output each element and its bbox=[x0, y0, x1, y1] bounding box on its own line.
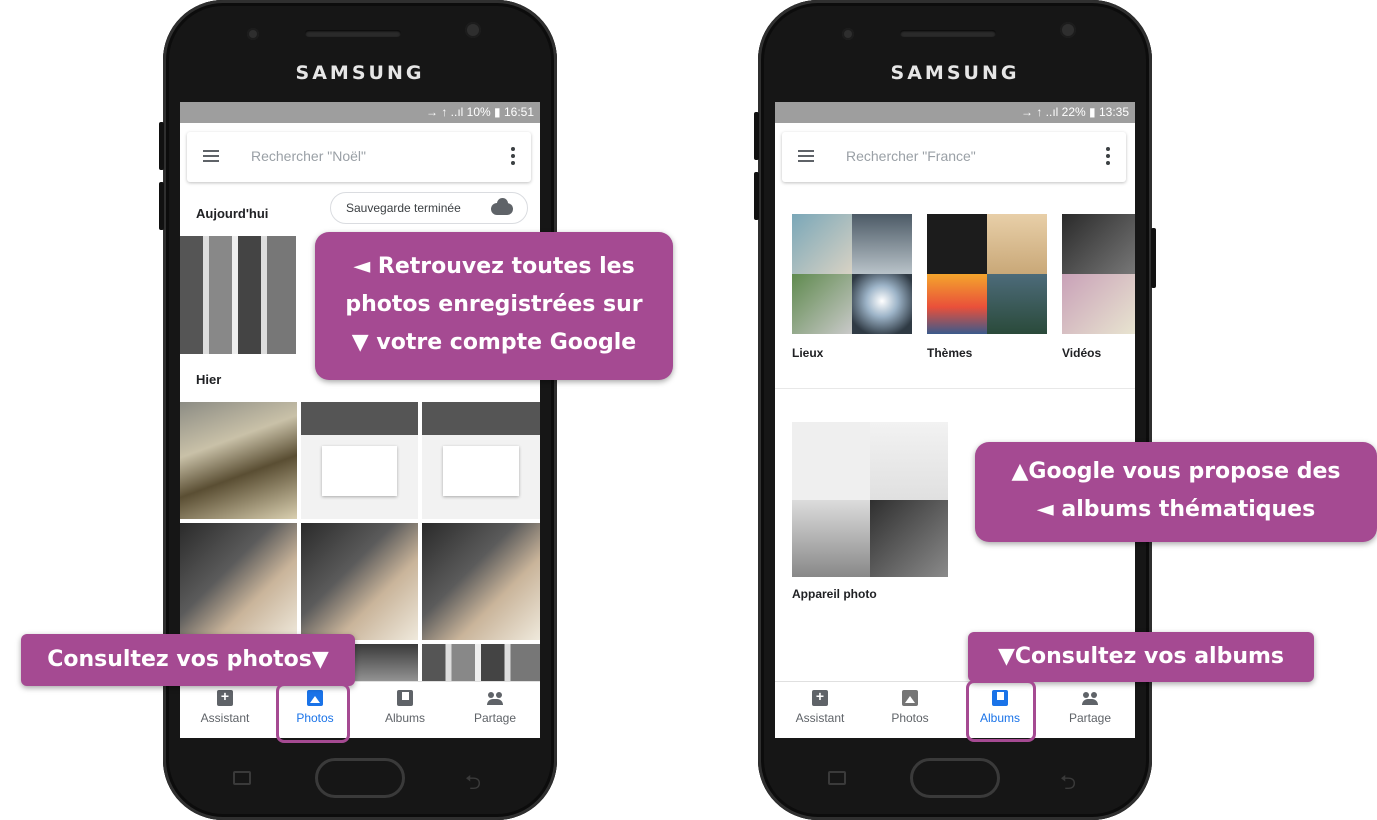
search-bar[interactable]: Rechercher "Noël" bbox=[187, 132, 531, 182]
volume-key bbox=[159, 182, 164, 230]
photo-thumbnail[interactable] bbox=[422, 644, 540, 684]
back-key-icon[interactable]: ⮌ bbox=[1060, 768, 1076, 802]
front-camera bbox=[1060, 22, 1076, 38]
power-key bbox=[1151, 228, 1156, 288]
callout-line: ▼ votre compte Google bbox=[351, 330, 637, 355]
brand-logo: SAMSUNG bbox=[295, 62, 425, 84]
nav-assistant[interactable]: Assistant bbox=[775, 682, 865, 738]
callout-line: ◄ Retrouvez toutes les bbox=[353, 254, 635, 279]
highlight-albums-tab bbox=[966, 680, 1036, 742]
nav-photos[interactable]: Photos bbox=[865, 682, 955, 738]
photo-thumbnail[interactable] bbox=[301, 402, 418, 519]
album-videos[interactable] bbox=[1062, 214, 1135, 334]
sensor bbox=[247, 28, 259, 40]
backup-status-text: Sauvegarde terminée bbox=[346, 201, 461, 215]
nav-label: Albums bbox=[384, 711, 425, 725]
callout-line: ◄ albums thématiques bbox=[1036, 497, 1316, 522]
right-phone: SAMSUNG → ↑ ..ıl 22% ▮ 13:35 Rechercher … bbox=[754, 0, 1156, 820]
cloud-done-icon bbox=[491, 198, 513, 215]
highlight-photos-tab bbox=[276, 683, 350, 743]
photo-thumbnail[interactable] bbox=[180, 236, 296, 354]
photo-thumbnail[interactable] bbox=[422, 523, 540, 640]
recent-apps-key[interactable] bbox=[828, 771, 846, 785]
volume-key bbox=[159, 122, 164, 170]
bottom-navigation: Assistant Photos Albums Partage bbox=[180, 681, 540, 738]
callout-photos-saved: ◄ Retrouvez toutes les photos enregistré… bbox=[315, 232, 673, 380]
nav-label: Photos bbox=[891, 711, 929, 725]
album-themes[interactable] bbox=[927, 214, 1047, 334]
section-today: Aujourd'hui bbox=[196, 206, 269, 221]
album-places[interactable] bbox=[792, 214, 912, 334]
callout-consult-albums: ▼Consultez vos albums bbox=[968, 632, 1314, 682]
nav-label: Assistant bbox=[200, 711, 250, 725]
bottom-navigation: Assistant Photos Albums Partage bbox=[775, 681, 1135, 738]
album-label: Thèmes bbox=[927, 346, 973, 360]
photos-icon bbox=[902, 690, 918, 706]
assistant-icon bbox=[812, 688, 828, 706]
photo-thumbnail[interactable] bbox=[180, 402, 297, 519]
menu-icon[interactable] bbox=[798, 150, 814, 162]
callout-themed-albums: ▲Google vous propose des ◄ albums thémat… bbox=[975, 442, 1377, 542]
assistant-icon bbox=[217, 688, 233, 706]
status-bar: → ↑ ..ıl 22% ▮ 13:35 bbox=[775, 102, 1135, 123]
speaker-grille bbox=[900, 30, 996, 37]
nav-label: Assistant bbox=[795, 711, 845, 725]
photo-thumbnail[interactable] bbox=[301, 523, 418, 640]
search-bar[interactable]: Rechercher "France" bbox=[782, 132, 1126, 182]
search-input[interactable]: Rechercher "Noël" bbox=[251, 148, 366, 164]
volume-key bbox=[754, 112, 759, 160]
album-label: Appareil photo bbox=[792, 587, 877, 601]
section-yesterday: Hier bbox=[196, 372, 222, 387]
home-button[interactable] bbox=[315, 758, 405, 798]
section-divider bbox=[775, 388, 1135, 389]
more-options-icon[interactable] bbox=[1106, 147, 1110, 168]
nav-assistant[interactable]: Assistant bbox=[180, 682, 270, 738]
album-label: Vidéos bbox=[1062, 346, 1102, 360]
speaker-grille bbox=[305, 30, 401, 37]
recent-apps-key[interactable] bbox=[233, 771, 251, 785]
nav-albums[interactable]: Albums bbox=[360, 682, 450, 738]
more-options-icon[interactable] bbox=[511, 147, 515, 168]
menu-icon[interactable] bbox=[203, 150, 219, 162]
album-label: Lieux bbox=[792, 346, 824, 360]
photo-thumbnail[interactable] bbox=[180, 523, 297, 640]
back-key-icon[interactable]: ⮌ bbox=[465, 768, 481, 802]
callout-consult-photos: Consultez vos photos▼ bbox=[21, 634, 355, 686]
nav-sharing[interactable]: Partage bbox=[1045, 682, 1135, 738]
nav-label: Partage bbox=[1068, 711, 1112, 725]
search-input[interactable]: Rechercher "France" bbox=[846, 148, 976, 164]
sensor bbox=[842, 28, 854, 40]
sharing-icon bbox=[1082, 690, 1098, 706]
callout-line: ▲Google vous propose des bbox=[1011, 459, 1341, 484]
left-phone: SAMSUNG → ↑ ..ıl 10% ▮ 16:51 Rechercher … bbox=[159, 0, 557, 820]
sharing-icon bbox=[487, 690, 503, 706]
status-bar: → ↑ ..ıl 10% ▮ 16:51 bbox=[180, 102, 540, 123]
volume-key bbox=[754, 172, 759, 220]
backup-status-chip[interactable]: Sauvegarde terminée bbox=[330, 192, 528, 224]
album-camera[interactable] bbox=[792, 422, 948, 577]
photo-thumbnail[interactable] bbox=[422, 402, 540, 519]
home-button[interactable] bbox=[910, 758, 1000, 798]
nav-label: Partage bbox=[473, 711, 517, 725]
nav-sharing[interactable]: Partage bbox=[450, 682, 540, 738]
front-camera bbox=[465, 22, 481, 38]
brand-logo: SAMSUNG bbox=[890, 62, 1020, 84]
callout-line: photos enregistrées sur bbox=[345, 292, 643, 317]
albums-icon bbox=[397, 690, 413, 706]
